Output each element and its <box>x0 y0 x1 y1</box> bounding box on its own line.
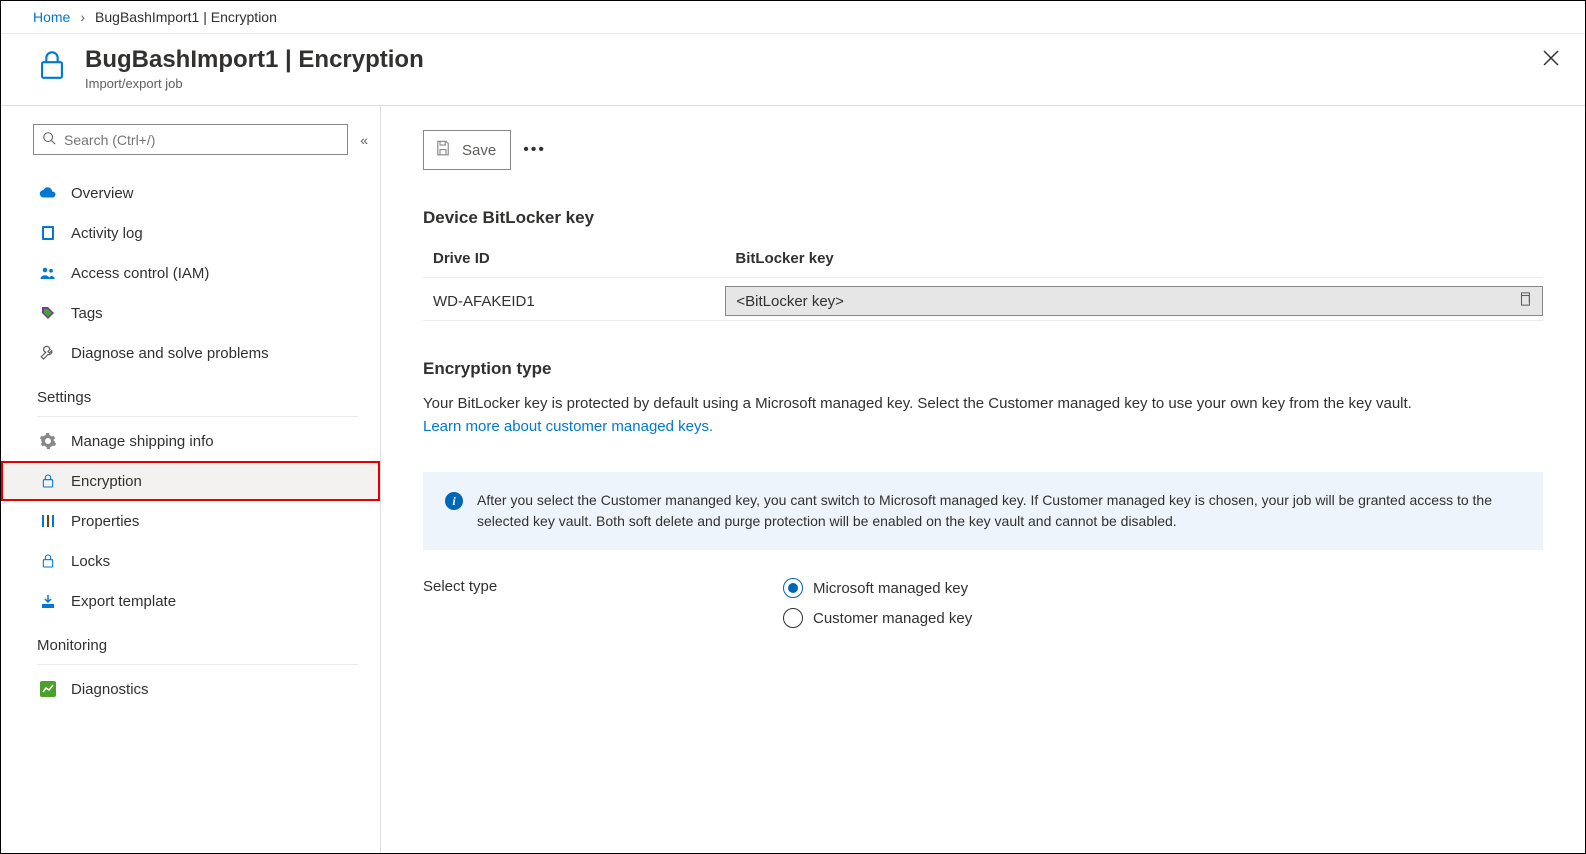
nav-tags[interactable]: Tags <box>1 293 380 333</box>
nav-label: Properties <box>71 513 139 530</box>
info-box: i After you select the Customer mananged… <box>423 472 1543 550</box>
page-subtitle: Import/export job <box>85 76 424 91</box>
drive-id-cell: WD-AFAKEID1 <box>423 278 725 321</box>
cloud-icon <box>39 184 57 202</box>
gear-icon <box>39 432 57 450</box>
wrench-icon <box>39 344 57 362</box>
nav-overview[interactable]: Overview <box>1 173 380 213</box>
breadcrumb: Home › BugBashImport1 | Encryption <box>1 1 1585 34</box>
table-row: WD-AFAKEID1 <BitLocker key> <box>423 278 1543 321</box>
nav-label: Activity log <box>71 225 143 242</box>
nav-section-settings: Settings <box>1 373 380 412</box>
radio-icon <box>783 578 803 598</box>
info-text: After you select the Customer mananged k… <box>477 490 1523 532</box>
encryption-desc: Your BitLocker key is protected by defau… <box>423 395 1412 412</box>
nav-activity-log[interactable]: Activity log <box>1 213 380 253</box>
radio-label: Microsoft managed key <box>813 580 968 597</box>
radio-microsoft-managed[interactable]: Microsoft managed key <box>783 578 972 598</box>
nav-encryption[interactable]: Encryption <box>1 461 380 501</box>
search-input[interactable] <box>33 124 348 155</box>
nav-export-template[interactable]: Export template <box>1 581 380 621</box>
nav-diagnose[interactable]: Diagnose and solve problems <box>1 333 380 373</box>
radio-customer-managed[interactable]: Customer managed key <box>783 608 972 628</box>
col-drive-id: Drive ID <box>423 242 725 278</box>
people-icon <box>39 264 57 282</box>
divider <box>37 416 358 417</box>
download-icon <box>39 592 57 610</box>
nav-access-control[interactable]: Access control (IAM) <box>1 253 380 293</box>
divider <box>37 664 358 665</box>
nav-label: Locks <box>71 553 110 570</box>
properties-icon <box>39 512 57 530</box>
bitlocker-key-field[interactable]: <BitLocker key> <box>725 286 1543 316</box>
nav-shipping-info[interactable]: Manage shipping info <box>1 421 380 461</box>
save-button[interactable]: Save <box>423 130 511 170</box>
learn-more-link[interactable]: Learn more about customer managed keys. <box>423 418 713 435</box>
lock-icon <box>35 48 69 85</box>
lock-icon <box>39 552 57 570</box>
nav-diagnostics[interactable]: Diagnostics <box>1 669 380 709</box>
nav-label: Diagnose and solve problems <box>71 345 269 362</box>
breadcrumb-current: BugBashImport1 | Encryption <box>95 9 277 25</box>
copy-icon[interactable] <box>1518 291 1532 311</box>
page-title: BugBashImport1 | Encryption <box>85 46 424 74</box>
bitlocker-key-value: <BitLocker key> <box>736 293 844 310</box>
nav-label: Manage shipping info <box>71 433 214 450</box>
encryption-type-heading: Encryption type <box>423 359 1543 379</box>
save-icon <box>434 139 452 161</box>
search-icon <box>42 131 56 148</box>
nav-section-monitoring: Monitoring <box>1 621 380 660</box>
bitlocker-heading: Device BitLocker key <box>423 208 1543 228</box>
breadcrumb-home[interactable]: Home <box>33 9 70 25</box>
nav-locks[interactable]: Locks <box>1 541 380 581</box>
nav-label: Overview <box>71 185 134 202</box>
radio-icon <box>783 608 803 628</box>
info-icon: i <box>445 492 463 510</box>
chevron-right-icon: › <box>80 9 85 25</box>
sidebar: « Overview Activity log Access control (… <box>1 106 381 853</box>
nav-label: Access control (IAM) <box>71 265 209 282</box>
lock-icon <box>39 472 57 490</box>
nav-label: Tags <box>71 305 103 322</box>
close-button[interactable] <box>1539 46 1563 73</box>
nav-properties[interactable]: Properties <box>1 501 380 541</box>
radio-label: Customer managed key <box>813 610 972 627</box>
toolbar: Save ••• <box>423 130 1543 170</box>
main-content: Save ••• Device BitLocker key Drive ID B… <box>381 106 1585 853</box>
save-label: Save <box>462 142 496 159</box>
chart-icon <box>39 680 57 698</box>
page-header: BugBashImport1 | Encryption Import/expor… <box>1 34 1585 106</box>
nav-label: Encryption <box>71 473 142 490</box>
more-button[interactable]: ••• <box>523 141 546 159</box>
tag-icon <box>39 304 57 322</box>
bitlocker-table: Drive ID BitLocker key WD-AFAKEID1 <BitL… <box>423 242 1543 321</box>
nav-label: Diagnostics <box>71 681 149 698</box>
collapse-sidebar-button[interactable]: « <box>360 132 368 148</box>
col-bitlocker-key: BitLocker key <box>725 242 1543 278</box>
nav-label: Export template <box>71 593 176 610</box>
log-icon <box>39 224 57 242</box>
select-type-label: Select type <box>423 578 783 628</box>
